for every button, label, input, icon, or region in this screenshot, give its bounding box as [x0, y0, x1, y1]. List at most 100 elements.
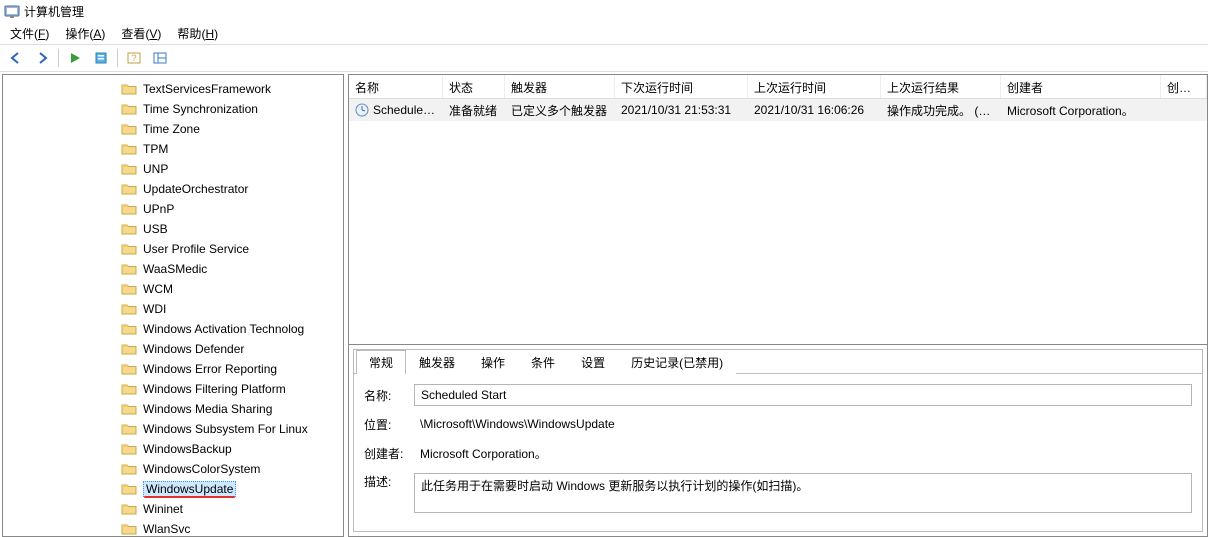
tree-item[interactable]: UNP: [3, 159, 343, 179]
tab-conditions[interactable]: 条件: [518, 350, 568, 374]
tree-item[interactable]: WindowsUpdate: [3, 479, 343, 499]
tree-item-label: WlanSvc: [143, 522, 190, 536]
cell-status: 准备就绪: [443, 98, 505, 123]
toolbar: ?: [0, 44, 1208, 72]
toolbar-separator: [117, 49, 118, 67]
col-header-name[interactable]: 名称: [349, 75, 443, 98]
list-header: 名称 状态 触发器 下次运行时间 上次运行时间 上次运行结果 创建者 创建时: [349, 75, 1207, 99]
label-name: 名称:: [364, 387, 414, 404]
run-button[interactable]: [63, 47, 87, 69]
folder-icon: [121, 182, 137, 196]
task-row[interactable]: Scheduled ... 准备就绪 已定义多个触发器 2021/10/31 2…: [349, 99, 1207, 121]
tree-item[interactable]: UPnP: [3, 199, 343, 219]
tree-item-label: UPnP: [143, 202, 174, 216]
tab-triggers[interactable]: 触发器: [406, 350, 468, 374]
tree-item-label: WindowsUpdate: [143, 481, 236, 497]
tree-item[interactable]: Time Zone: [3, 119, 343, 139]
menubar: 文件(F) 操作(A) 查看(V) 帮助(H): [0, 22, 1208, 44]
folder-icon: [121, 382, 137, 396]
col-header-creator[interactable]: 创建者: [1001, 75, 1161, 98]
tree-item-label: TextServicesFramework: [143, 82, 271, 96]
play-icon: [68, 51, 82, 65]
properties-button[interactable]: [89, 47, 113, 69]
arrow-right-icon: [35, 51, 49, 65]
folder-icon: [121, 302, 137, 316]
arrow-left-icon: [9, 51, 23, 65]
folder-icon: [121, 322, 137, 336]
tree-item-label: WindowsBackup: [143, 442, 232, 456]
col-header-created[interactable]: 创建时: [1161, 75, 1207, 98]
tree-item[interactable]: Windows Subsystem For Linux: [3, 419, 343, 439]
tree-item[interactable]: USB: [3, 219, 343, 239]
task-list-panel: 名称 状态 触发器 下次运行时间 上次运行时间 上次运行结果 创建者 创建时 S…: [348, 74, 1208, 345]
tree-item-label: UNP: [143, 162, 168, 176]
tree-item-label: Windows Filtering Platform: [143, 382, 286, 396]
help-button[interactable]: ?: [122, 47, 146, 69]
tree-item[interactable]: TextServicesFramework: [3, 79, 343, 99]
tab-general[interactable]: 常规: [356, 350, 406, 374]
value-name[interactable]: Scheduled Start: [414, 384, 1192, 406]
tab-history[interactable]: 历史记录(已禁用): [618, 350, 736, 374]
tree-item[interactable]: WindowsBackup: [3, 439, 343, 459]
cell-name: Scheduled ...: [373, 103, 443, 117]
folder-icon: [121, 102, 137, 116]
menu-view[interactable]: 查看(V): [115, 23, 167, 44]
tree-item-label: WDI: [143, 302, 166, 316]
tree-item[interactable]: Wininet: [3, 499, 343, 519]
window-title: 计算机管理: [24, 3, 84, 20]
col-header-nextrun[interactable]: 下次运行时间: [615, 75, 748, 98]
label-description: 描述:: [364, 473, 414, 490]
tree-item[interactable]: WCM: [3, 279, 343, 299]
tree-item[interactable]: User Profile Service: [3, 239, 343, 259]
tab-settings[interactable]: 设置: [568, 350, 618, 374]
tree-item[interactable]: Windows Media Sharing: [3, 399, 343, 419]
folder-icon: [121, 242, 137, 256]
tree-item[interactable]: TPM: [3, 139, 343, 159]
tree-item-label: Time Synchronization: [143, 102, 258, 116]
tree-item-label: UpdateOrchestrator: [143, 182, 248, 196]
back-button[interactable]: [4, 47, 28, 69]
menu-file[interactable]: 文件(F): [4, 23, 55, 44]
cell-lastresult: 操作成功完成。 (0x0): [881, 98, 1001, 123]
value-location: \Microsoft\Windows\WindowsUpdate: [414, 414, 1192, 434]
label-location: 位置:: [364, 416, 414, 433]
col-header-lastresult[interactable]: 上次运行结果: [881, 75, 1001, 98]
folder-icon: [121, 462, 137, 476]
folder-icon: [121, 402, 137, 416]
tree-item-label: Windows Media Sharing: [143, 402, 272, 416]
value-description[interactable]: 此任务用于在需要时启动 Windows 更新服务以执行计划的操作(如扫描)。: [414, 473, 1192, 513]
tree-item[interactable]: Windows Defender: [3, 339, 343, 359]
col-header-lastrun[interactable]: 上次运行时间: [748, 75, 881, 98]
titlebar: 计算机管理: [0, 0, 1208, 22]
folder-icon: [121, 162, 137, 176]
panes-icon: [153, 51, 167, 65]
cell-created: [1161, 106, 1207, 114]
forward-button[interactable]: [30, 47, 54, 69]
tree-item-label: Windows Error Reporting: [143, 362, 277, 376]
folder-icon: [121, 482, 137, 496]
panes-button[interactable]: [148, 47, 172, 69]
tree-item[interactable]: Windows Filtering Platform: [3, 379, 343, 399]
tree-item[interactable]: Windows Activation Technolog: [3, 319, 343, 339]
cell-lastrun: 2021/10/31 16:06:26: [748, 99, 881, 121]
folder-icon: [121, 422, 137, 436]
tree-item-label: Windows Subsystem For Linux: [143, 422, 308, 436]
menu-help[interactable]: 帮助(H): [171, 23, 224, 44]
folder-icon: [121, 222, 137, 236]
col-header-triggers[interactable]: 触发器: [505, 75, 615, 98]
tree-pane[interactable]: TextServicesFramework Time Synchronizatio…: [2, 74, 344, 537]
tree-item[interactable]: Windows Error Reporting: [3, 359, 343, 379]
col-header-status[interactable]: 状态: [443, 75, 505, 98]
cell-creator: Microsoft Corporation。: [1001, 98, 1161, 123]
tree-item-label: Windows Defender: [143, 342, 244, 356]
tree-item[interactable]: WlanSvc: [3, 519, 343, 537]
tree-item[interactable]: WindowsColorSystem: [3, 459, 343, 479]
folder-icon: [121, 262, 137, 276]
menu-action[interactable]: 操作(A): [59, 23, 111, 44]
tree-item-label: USB: [143, 222, 168, 236]
tree-item[interactable]: WaaSMedic: [3, 259, 343, 279]
tab-actions[interactable]: 操作: [468, 350, 518, 374]
tree-item[interactable]: UpdateOrchestrator: [3, 179, 343, 199]
tree-item[interactable]: WDI: [3, 299, 343, 319]
tree-item[interactable]: Time Synchronization: [3, 99, 343, 119]
